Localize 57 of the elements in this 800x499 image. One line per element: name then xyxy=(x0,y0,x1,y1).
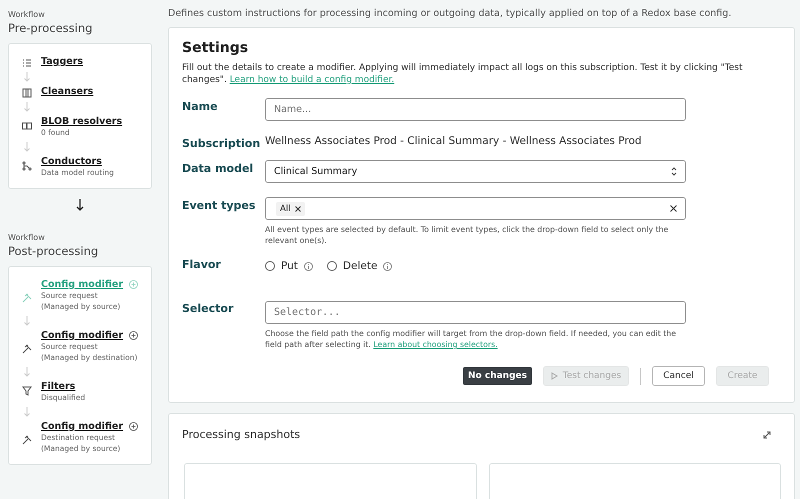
arrow-icon xyxy=(24,72,30,82)
expand-icon[interactable] xyxy=(763,430,771,438)
arrow-icon xyxy=(24,407,30,417)
hammer-icon xyxy=(22,293,32,303)
radio-label: Delete xyxy=(342,260,378,272)
workflow-link[interactable]: Taggers xyxy=(41,56,84,67)
workflow-link[interactable]: Cleansers xyxy=(41,86,94,97)
field-label: Subscription xyxy=(182,136,262,150)
field-label: Flavor xyxy=(182,257,222,271)
field-label: Data model xyxy=(182,161,254,175)
filter-icon xyxy=(22,386,32,396)
arrow-icon xyxy=(76,199,84,211)
card-title: Settings xyxy=(182,40,250,56)
remove-icon[interactable] xyxy=(294,206,301,212)
workflow-link[interactable]: Config modifier xyxy=(41,330,124,341)
play-icon xyxy=(550,372,558,380)
status-badge: No changes xyxy=(463,367,532,385)
field-label: Event types xyxy=(182,198,256,212)
hammer-icon xyxy=(22,344,32,354)
card-title: Processing snapshots xyxy=(182,428,300,441)
radio-button[interactable] xyxy=(265,261,275,271)
data-model-select[interactable]: Clinical Summary xyxy=(265,160,686,183)
selector-field[interactable]: Selector... xyxy=(265,301,686,324)
arrow-icon xyxy=(24,367,30,377)
arrow-icon xyxy=(24,142,30,152)
arrow-icon xyxy=(24,102,30,112)
radio-label: Put xyxy=(281,260,298,272)
field-label: Name xyxy=(182,99,219,113)
hammer-icon xyxy=(22,435,32,445)
arrow-icon xyxy=(24,316,30,326)
columns-icon xyxy=(22,88,32,98)
section-eyebrow: Workflow xyxy=(8,233,46,242)
add-icon[interactable] xyxy=(129,422,138,431)
workflow-link[interactable]: Conductors xyxy=(41,156,102,167)
add-icon[interactable] xyxy=(129,331,138,340)
list-icon xyxy=(22,58,32,68)
branch-icon xyxy=(22,161,32,171)
workflow-link[interactable]: Config modifier xyxy=(41,421,124,432)
workflow-link[interactable]: Filters xyxy=(41,381,76,392)
info-icon[interactable] xyxy=(304,262,313,270)
cancel-button[interactable]: Cancel xyxy=(652,366,705,386)
event-types-field[interactable]: All xyxy=(265,197,686,220)
section-eyebrow: Workflow xyxy=(8,10,46,19)
section-title: Post-processing xyxy=(8,244,100,258)
chevron-icon xyxy=(671,167,677,176)
radio-button[interactable] xyxy=(326,261,337,271)
subscription-value: Wellness Associates Prod - Clinical Summary - Wellness Associates Prod xyxy=(265,135,643,147)
intro-text: Fill out the details to create a modifier. Applying will immediately impact all logs on this subscription. Test it by clicking "Test changes". Learn how to build a config modifier. xyxy=(182,62,744,86)
workflow-link[interactable]: BLOB resolvers xyxy=(41,116,122,127)
section-title: Pre-processing xyxy=(8,21,94,35)
info-icon[interactable] xyxy=(383,262,392,270)
name-field[interactable]: Name... xyxy=(265,98,686,121)
book-icon xyxy=(22,121,32,131)
event-tag[interactable]: All xyxy=(276,202,305,216)
clear-icon[interactable] xyxy=(670,205,677,212)
field-label: Selector xyxy=(182,301,234,315)
page-description: Defines custom instructions for processing incoming or outgoing data, typically applied on top of a Redox base config. xyxy=(168,8,732,19)
